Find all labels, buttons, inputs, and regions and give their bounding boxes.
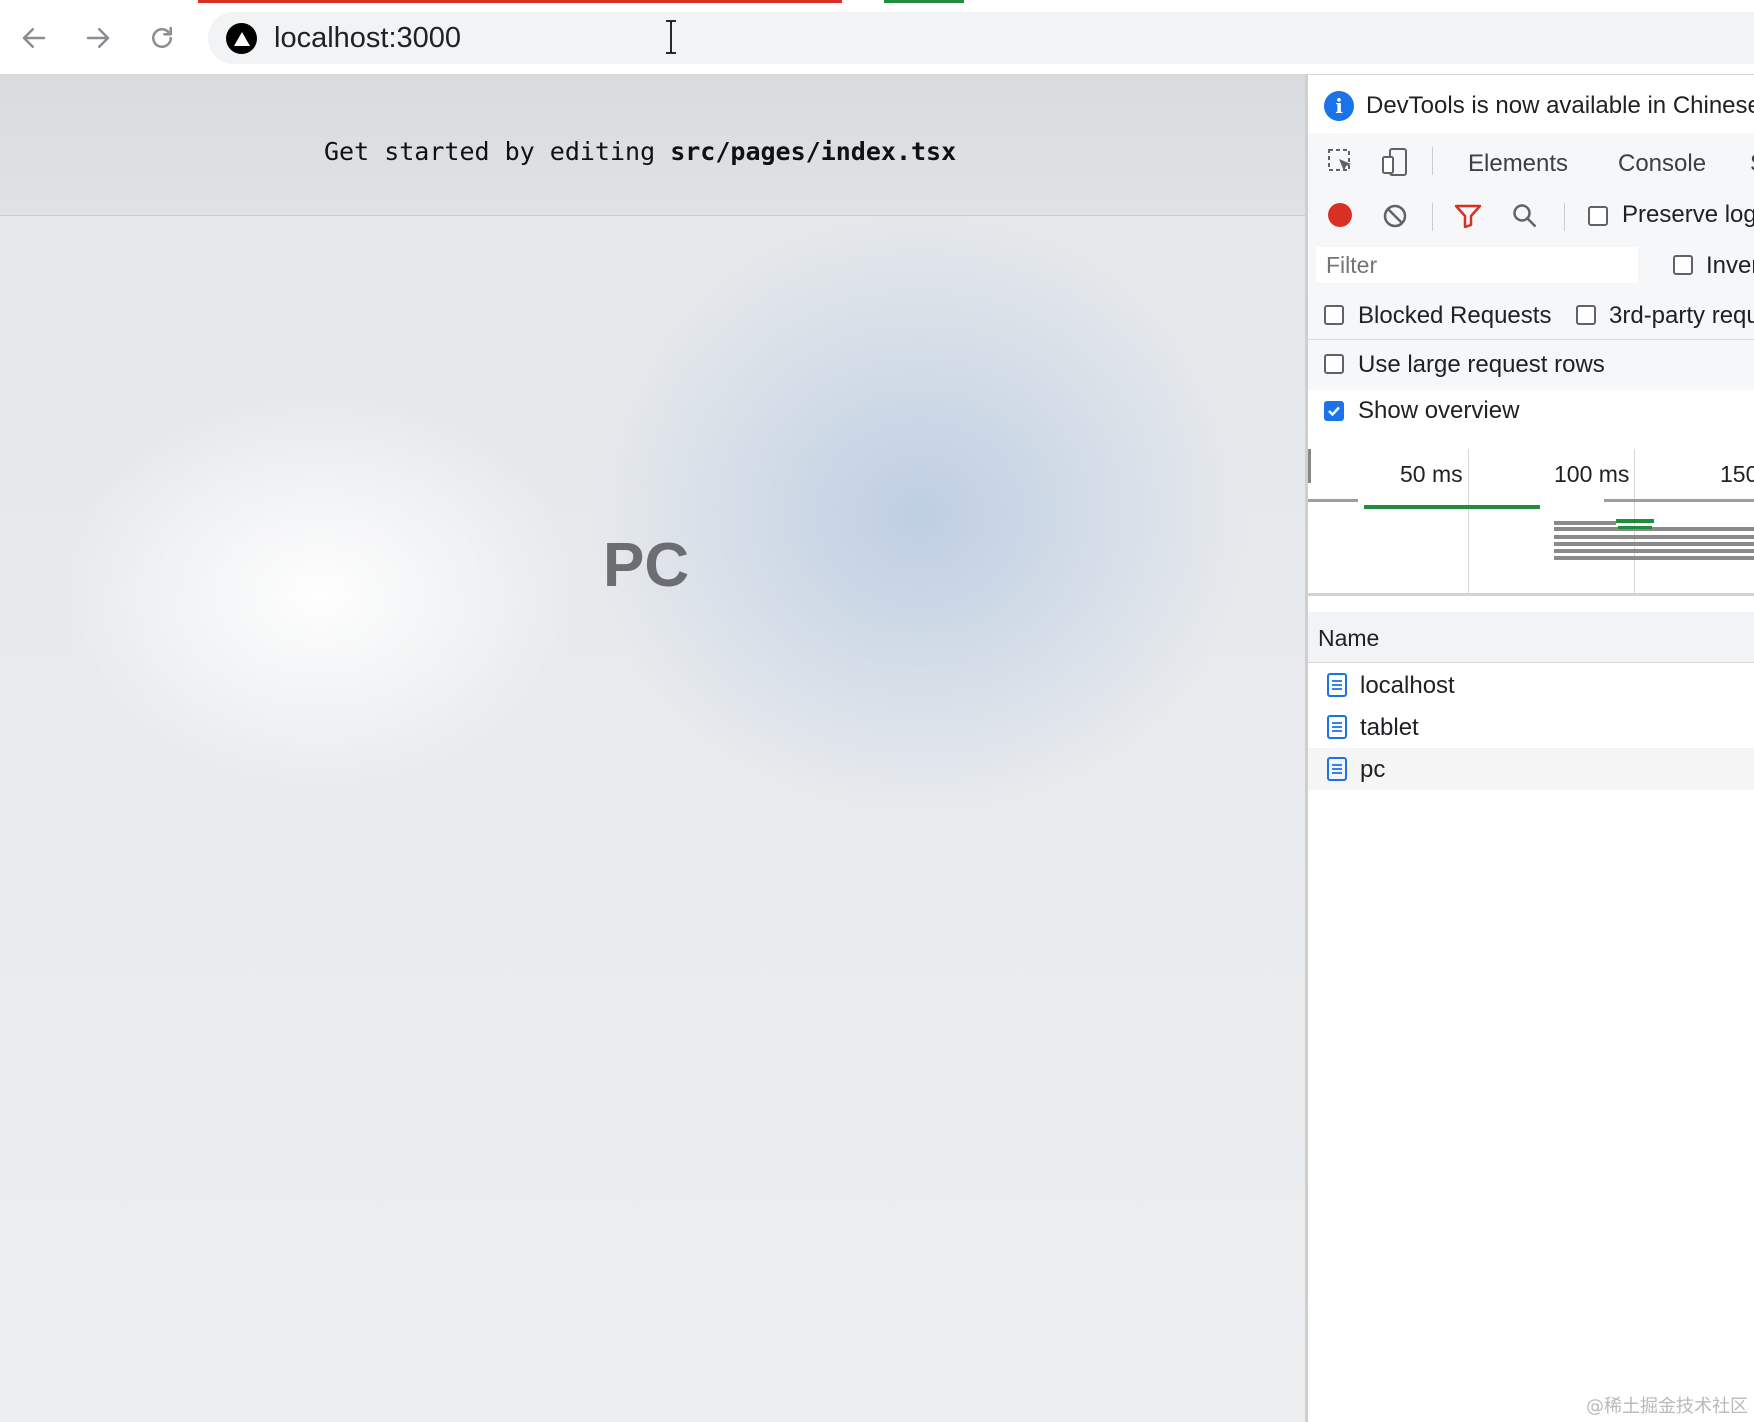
document-icon — [1327, 673, 1347, 697]
requests-table-header[interactable]: Name — [1308, 612, 1754, 663]
tab-indicator-active — [884, 0, 964, 3]
filter-icon[interactable] — [1454, 203, 1482, 229]
tab-console[interactable]: Console — [1618, 150, 1706, 178]
tick-label: 150 ms — [1720, 461, 1754, 487]
browser-toolbar: localhost:3000 — [0, 0, 1754, 75]
filter-row: Invert — [1308, 241, 1754, 292]
page-description: Get started by editing src/pages/index.t… — [0, 75, 1305, 216]
preserve-log-label: Preserve log — [1622, 201, 1754, 228]
show-overview-label: Show overview — [1358, 397, 1520, 424]
timing-bar — [1308, 499, 1358, 502]
request-name: pc — [1360, 756, 1386, 783]
page-background — [0, 75, 1305, 1422]
timing-bar — [1554, 549, 1754, 553]
watermark: @稀土掘金技术社区 — [1586, 1396, 1748, 1417]
network-overview[interactable]: 50 ms 100 ms 150 ms — [1308, 449, 1754, 596]
network-toolbar: Preserve log — [1308, 189, 1754, 242]
banner-text: DevTools is now available in Chinese — [1366, 92, 1754, 119]
timing-bar — [1364, 505, 1540, 509]
devtools-tabbar: Elements Console S — [1308, 133, 1754, 190]
toolbar-divider — [1564, 203, 1565, 231]
device-toolbar-icon[interactable] — [1380, 147, 1410, 177]
request-name: localhost — [1360, 672, 1455, 699]
toolbar-divider — [1432, 147, 1433, 175]
record-button[interactable] — [1328, 203, 1352, 227]
filter-input[interactable] — [1316, 247, 1638, 283]
description-prefix: Get started by editing — [324, 137, 671, 166]
description-text: Get started by editing src/pages/index.t… — [324, 137, 956, 166]
document-icon — [1327, 715, 1347, 739]
address-bar[interactable]: localhost:3000 — [208, 12, 1754, 64]
devtools-language-banner: i DevTools is now available in Chinese — [1308, 75, 1754, 134]
device-label: PC — [603, 531, 690, 600]
info-icon: i — [1324, 91, 1354, 121]
url-text[interactable]: localhost:3000 — [274, 22, 461, 54]
invert-label: Invert — [1706, 252, 1754, 279]
reload-button[interactable] — [142, 18, 182, 58]
timing-bar — [1554, 527, 1754, 531]
tab-indicator-loading — [198, 0, 842, 3]
search-icon[interactable] — [1512, 203, 1538, 229]
tick-line — [1468, 449, 1469, 593]
timing-bar — [1554, 535, 1754, 539]
show-overview-checkbox[interactable] — [1324, 401, 1344, 421]
arrow-left-icon — [22, 28, 46, 48]
blocked-requests-checkbox[interactable] — [1324, 305, 1344, 325]
timing-bar — [1554, 542, 1754, 546]
devtools-panel: i DevTools is now available in Chinese E… — [1305, 75, 1754, 1422]
document-icon — [1327, 757, 1347, 781]
description-code: src/pages/index.tsx — [670, 137, 957, 166]
request-row[interactable]: localhost — [1308, 664, 1754, 706]
text-cursor-icon — [666, 20, 676, 54]
request-row[interactable]: tablet — [1308, 706, 1754, 748]
options-row-blocked: Blocked Requests 3rd-party requests — [1308, 291, 1754, 339]
name-column-header[interactable]: Name — [1318, 625, 1379, 652]
third-party-label: 3rd-party requests — [1609, 302, 1754, 329]
request-name: tablet — [1360, 714, 1419, 741]
timing-bar — [1604, 499, 1754, 502]
preserve-log-checkbox[interactable] — [1588, 206, 1608, 226]
reload-icon — [152, 26, 172, 48]
tick-label: 100 ms — [1554, 461, 1630, 487]
page-viewport: Get started by editing src/pages/index.t… — [0, 75, 1305, 1422]
timing-bar — [1618, 526, 1652, 529]
site-favicon-icon — [226, 23, 257, 54]
timing-bar — [1616, 519, 1654, 523]
timing-bar — [1554, 556, 1754, 560]
inspect-element-icon[interactable] — [1326, 147, 1356, 177]
back-button[interactable] — [14, 18, 54, 58]
blocked-requests-label: Blocked Requests — [1358, 302, 1552, 329]
invert-checkbox[interactable] — [1673, 255, 1693, 275]
clear-icon[interactable] — [1382, 203, 1408, 229]
tab-sources[interactable]: S — [1750, 150, 1754, 178]
checkmark-icon — [1328, 406, 1340, 417]
forward-button[interactable] — [78, 18, 118, 58]
toolbar-divider — [1432, 203, 1433, 231]
arrow-right-icon — [86, 28, 110, 48]
options-row-overview: Show overview — [1308, 357, 1754, 424]
overview-handle[interactable] — [1308, 449, 1311, 483]
tab-elements[interactable]: Elements — [1468, 150, 1568, 178]
timing-bar — [1554, 521, 1616, 525]
request-row[interactable]: pc — [1308, 748, 1754, 790]
tick-label: 50 ms — [1400, 461, 1463, 487]
third-party-checkbox[interactable] — [1576, 305, 1596, 325]
